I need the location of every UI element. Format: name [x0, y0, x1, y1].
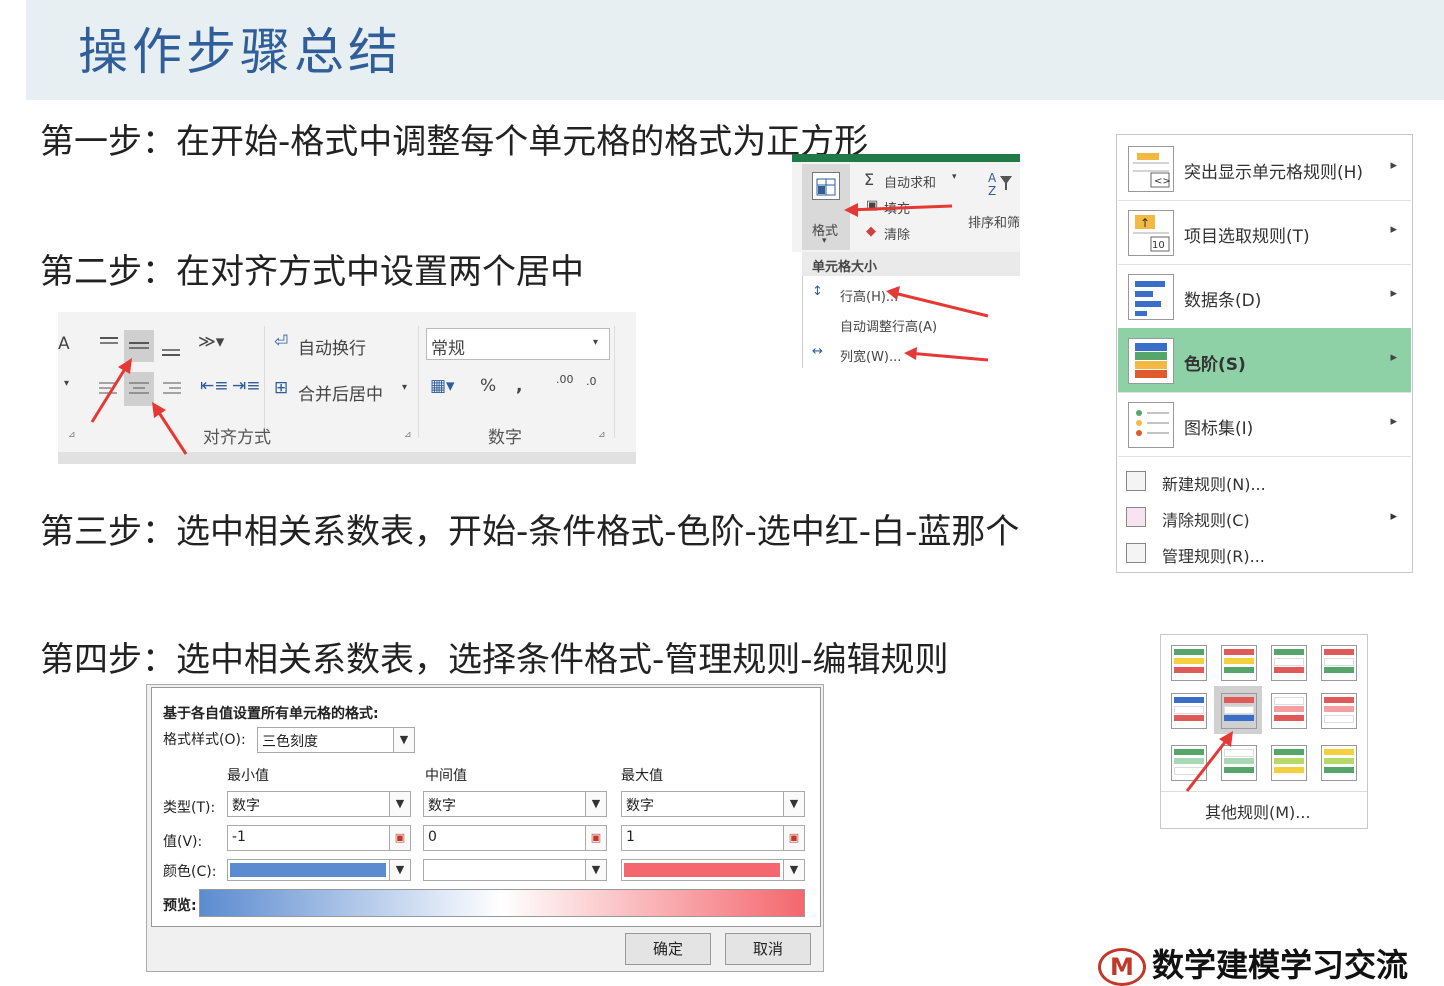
- chevron-down-icon: ▼: [585, 860, 606, 880]
- chevron-down-icon: ▼: [393, 728, 414, 752]
- cf-data-bars[interactable]: 数据条(D) ▸: [1118, 264, 1411, 329]
- cf-manage-rules-label: 管理规则(R)...: [1162, 547, 1265, 566]
- chevron-down-icon: ▼: [389, 860, 410, 880]
- preview-label: 预览:: [163, 898, 197, 914]
- min-header: 最小值: [227, 768, 269, 784]
- value-min-input[interactable]: -1 ▣: [227, 825, 411, 851]
- dialog-heading: 基于各自值设置所有单元格的格式:: [163, 706, 379, 722]
- step-1-text: 第一步：在开始-格式中调整每个单元格的格式为正方形: [40, 122, 869, 162]
- chevron-right-icon: ▸: [1390, 414, 1397, 429]
- color-max-swatch: [624, 863, 780, 877]
- range-select-icon[interactable]: ▣: [783, 826, 804, 850]
- max-header: 最大值: [621, 768, 663, 784]
- svg-text:<>: <>: [1154, 176, 1171, 187]
- format-ribbon-screenshot: 格式 ▾ Σ 自动求和 ▾ ▣ 填充 ◆ 清除 AZ 排序和筛 单元格大小 ↕ …: [792, 154, 1020, 368]
- ok-button[interactable]: 确定: [625, 933, 711, 965]
- color-max-picker[interactable]: ▼: [621, 859, 805, 881]
- value-min-text: -1: [232, 829, 246, 845]
- page-title: 操作步骤总结: [78, 23, 402, 81]
- manage-rules-icon: [1126, 543, 1146, 563]
- red-arrows-format: [844, 203, 989, 362]
- chevron-right-icon: ▸: [1390, 222, 1397, 237]
- cancel-button[interactable]: 取消: [725, 933, 811, 965]
- range-select-icon[interactable]: ▣: [585, 826, 606, 850]
- value-mid-input[interactable]: 0 ▣: [423, 825, 607, 851]
- logo-mark-icon: M: [1098, 948, 1146, 986]
- highlight-rules-icon: <>: [1128, 146, 1174, 192]
- alignment-ribbon-screenshot: A ▾ ≫▾ ⇤≡ ⇥≡ ⏎ 自动换行 ⊞ 合并后居中 ▾ 常规 ▾ ▦▾ % …: [58, 312, 636, 464]
- clear-rules-icon: [1126, 507, 1146, 527]
- conditional-format-menu: <> 突出显示单元格规则(H) ▸ ↑ 10 项目选取规则(T) ▸ 数据条(D)…: [1116, 134, 1413, 573]
- cf-clear-rules[interactable]: 清除规则(C) ▸: [1118, 499, 1411, 535]
- format-style-value: 三色刻度: [262, 734, 318, 750]
- range-select-icon[interactable]: ▣: [389, 826, 410, 850]
- value-max-input[interactable]: 1 ▣: [621, 825, 805, 851]
- cf-icon-sets-label: 图标集(I): [1184, 419, 1254, 439]
- color-label: 颜色(C):: [163, 864, 217, 880]
- chevron-down-icon: ▼: [389, 792, 410, 816]
- cf-clear-rules-label: 清除规则(C): [1162, 511, 1250, 530]
- chevron-right-icon: ▸: [1390, 350, 1397, 365]
- cf-highlight-rules[interactable]: <> 突出显示单元格规则(H) ▸: [1118, 136, 1411, 201]
- svg-text:10: 10: [1152, 240, 1165, 251]
- format-style-dropdown[interactable]: 三色刻度 ▼: [257, 727, 415, 753]
- cf-manage-rules[interactable]: 管理规则(R)...: [1118, 535, 1411, 571]
- step-2-text: 第二步：在对齐方式中设置两个居中: [40, 252, 584, 292]
- cf-top-bottom-label: 项目选取规则(T): [1184, 227, 1310, 247]
- color-scale-gallery: 其他规则(M)...: [1160, 634, 1368, 829]
- chevron-right-icon: ▸: [1390, 286, 1397, 301]
- step-4-text: 第四步：选中相关系数表，选择条件格式-管理规则-编辑规则: [40, 640, 949, 680]
- color-mid-swatch: [426, 863, 582, 877]
- mid-header: 中间值: [425, 768, 467, 784]
- logo-watermark: M 数学建模学习交流: [1098, 940, 1408, 986]
- format-style-label: 格式样式(O):: [163, 732, 246, 748]
- preview-gradient-bar: [199, 889, 805, 917]
- value-mid-text: 0: [428, 829, 437, 845]
- type-mid-dropdown[interactable]: 数字 ▼: [423, 791, 607, 817]
- cf-new-rule[interactable]: 新建规则(N)...: [1118, 463, 1411, 499]
- cf-highlight-label: 突出显示单元格规则(H): [1184, 163, 1364, 183]
- svg-text:↑: ↑: [1140, 216, 1150, 230]
- type-max-value: 数字: [626, 798, 654, 814]
- icon-sets-icon: [1128, 402, 1174, 448]
- cf-data-bars-label: 数据条(D): [1184, 291, 1262, 311]
- chevron-right-icon: ▸: [1390, 158, 1397, 173]
- type-min-dropdown[interactable]: 数字 ▼: [227, 791, 411, 817]
- color-scales-icon: [1128, 338, 1174, 384]
- data-bars-icon: [1128, 274, 1174, 320]
- chevron-down-icon: ▼: [783, 792, 804, 816]
- chevron-down-icon: ▼: [783, 860, 804, 880]
- color-mid-picker[interactable]: ▼: [423, 859, 607, 881]
- step-3-text: 第三步：选中相关系数表，开始-条件格式-色阶-选中红-白-蓝那个: [40, 512, 1020, 552]
- chevron-down-icon: ▼: [585, 792, 606, 816]
- red-arrows-align: [90, 358, 188, 455]
- cf-icon-sets[interactable]: 图标集(I) ▸: [1118, 392, 1411, 457]
- edit-rule-dialog: 基于各自值设置所有单元格的格式: 格式样式(O): 三色刻度 ▼ 最小值 中间值…: [146, 684, 824, 972]
- type-min-value: 数字: [232, 798, 260, 814]
- new-rule-icon: [1126, 471, 1146, 491]
- type-mid-value: 数字: [428, 798, 456, 814]
- cf-new-rule-label: 新建规则(N)...: [1162, 475, 1266, 494]
- color-min-picker[interactable]: ▼: [227, 859, 411, 881]
- top-bottom-icon: ↑ 10: [1128, 210, 1174, 256]
- chevron-right-icon: ▸: [1390, 509, 1397, 524]
- cf-color-scales-label: 色阶(S): [1184, 355, 1246, 375]
- value-max-text: 1: [626, 829, 635, 845]
- red-arrow-gallery: [1185, 731, 1233, 792]
- value-label: 值(V):: [163, 834, 203, 850]
- color-min-swatch: [230, 863, 386, 877]
- cf-top-bottom-rules[interactable]: ↑ 10 项目选取规则(T) ▸: [1118, 200, 1411, 265]
- type-label: 类型(T):: [163, 800, 216, 816]
- type-max-dropdown[interactable]: 数字 ▼: [621, 791, 805, 817]
- logo-text: 数学建模学习交流: [1152, 946, 1409, 984]
- cf-color-scales[interactable]: 色阶(S) ▸: [1118, 328, 1411, 393]
